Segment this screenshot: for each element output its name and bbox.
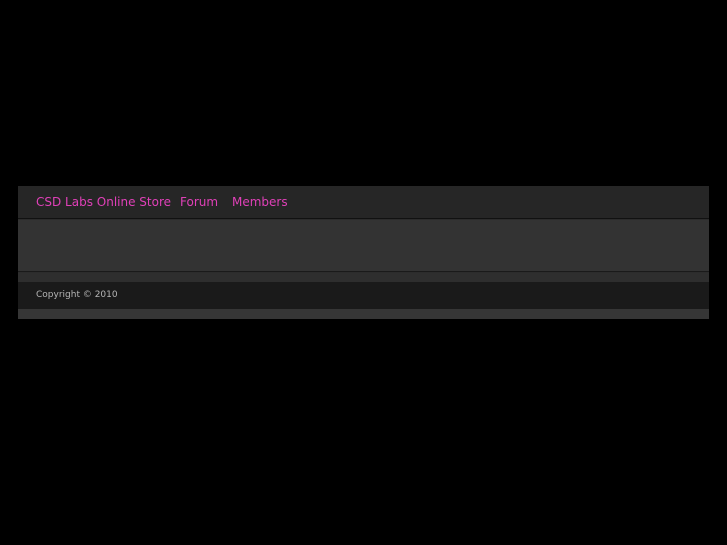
footer-bottom-strip bbox=[18, 309, 709, 319]
page: CSD Labs Online Store Forum Members Copy… bbox=[0, 0, 727, 545]
top-navbar: CSD Labs Online Store Forum Members bbox=[18, 186, 709, 219]
nav-link-members[interactable]: Members bbox=[232, 195, 288, 209]
footer: Copyright © 2010 bbox=[18, 282, 709, 309]
content-divider bbox=[18, 273, 709, 282]
nav-link-online-store[interactable]: CSD Labs Online Store bbox=[36, 195, 171, 209]
main-content-area bbox=[18, 220, 709, 272]
copyright-text: Copyright © 2010 bbox=[36, 290, 118, 300]
site-container: CSD Labs Online Store Forum Members Copy… bbox=[18, 186, 709, 319]
nav-link-forum[interactable]: Forum bbox=[180, 195, 218, 209]
